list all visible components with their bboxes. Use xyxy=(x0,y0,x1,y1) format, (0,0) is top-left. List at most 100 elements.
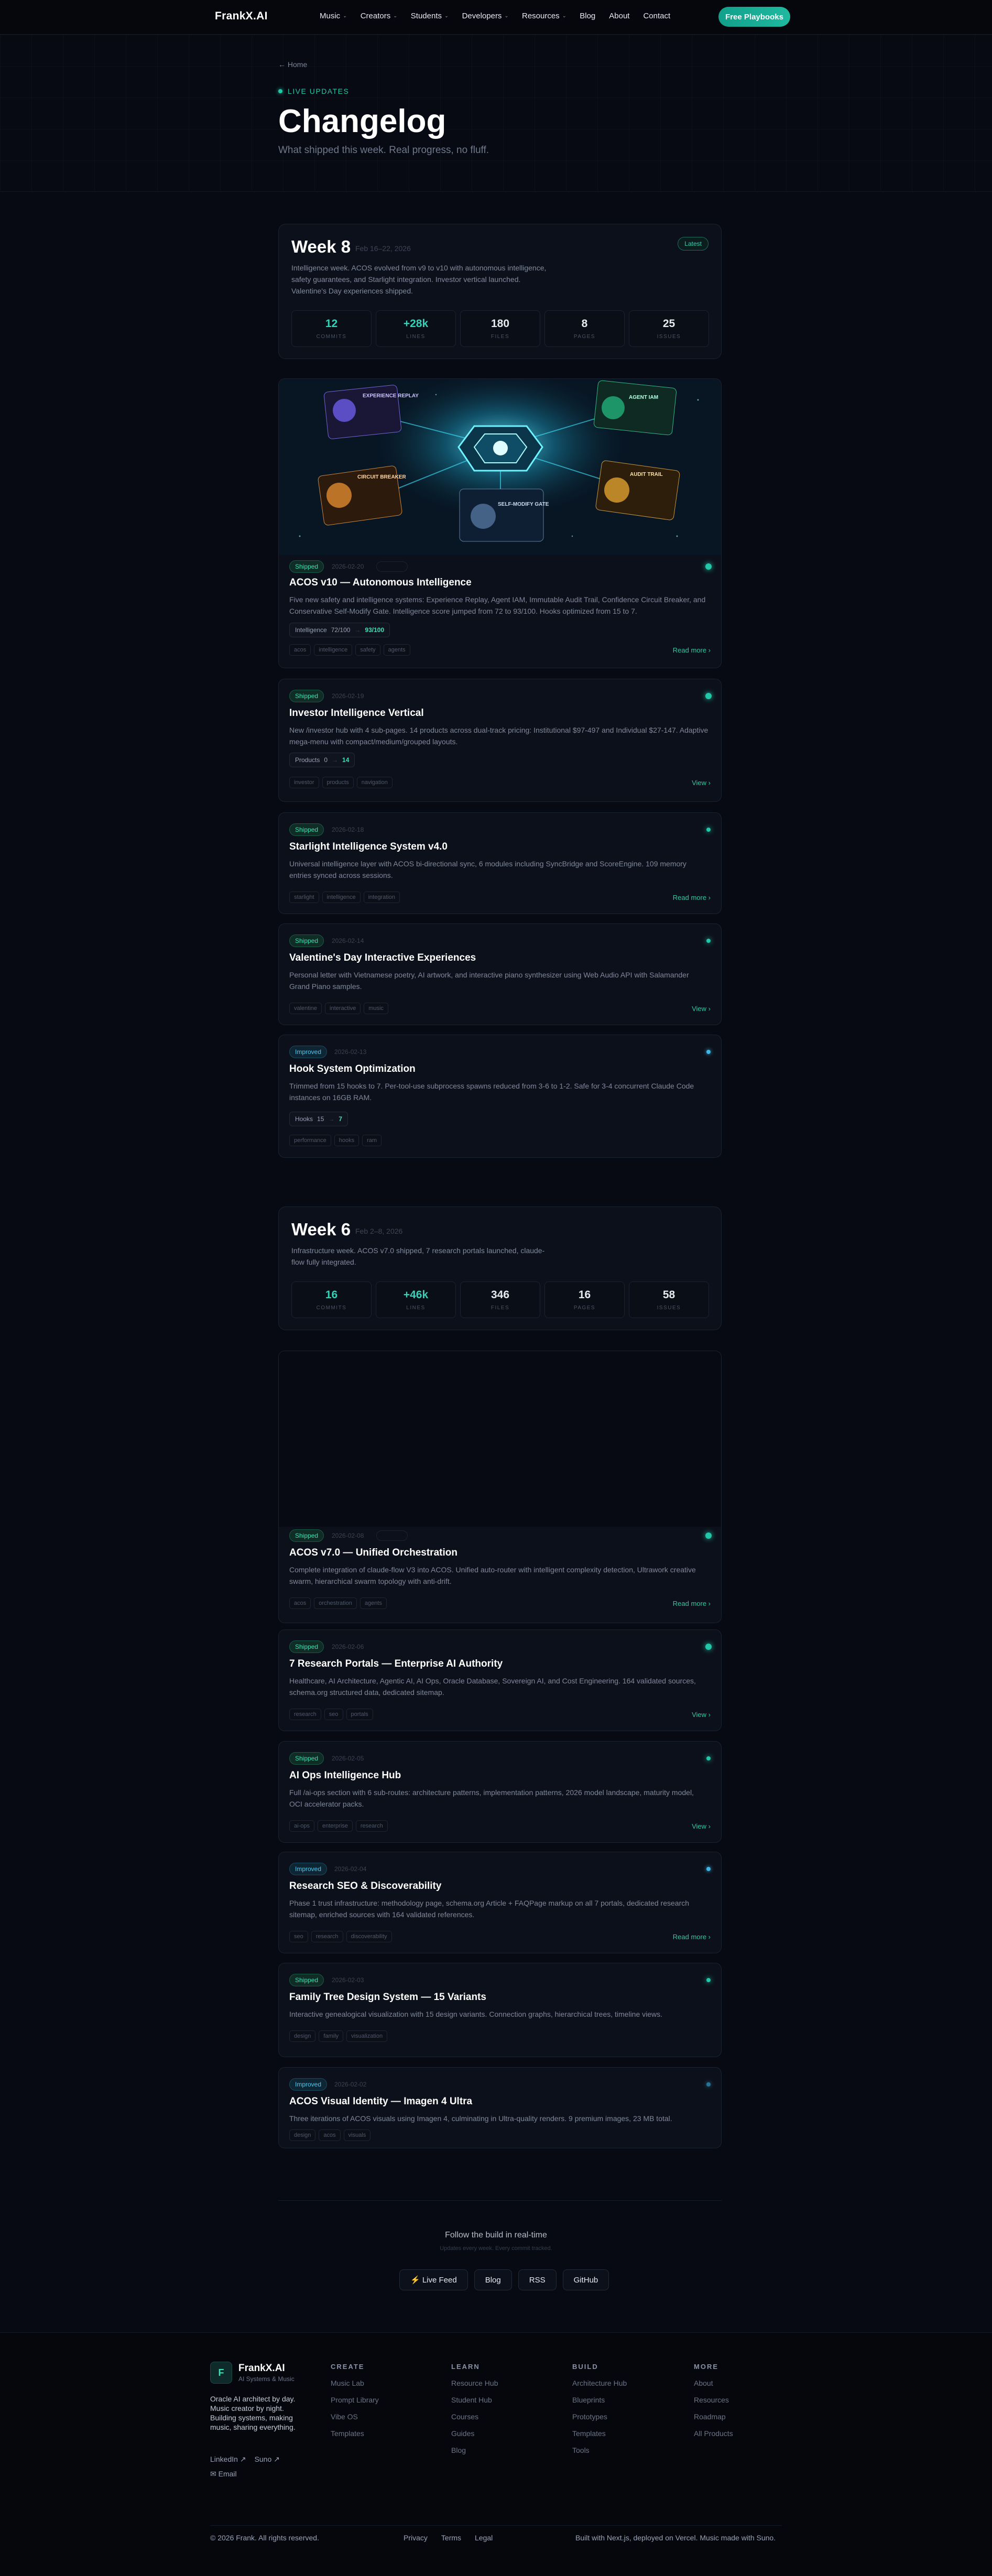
tag[interactable]: investor xyxy=(289,777,319,788)
nav-item-resources[interactable]: Resources ⌄ xyxy=(522,12,566,20)
view-link[interactable]: View › xyxy=(692,1005,711,1013)
entry-title: 7 Research Portals — Enterprise AI Autho… xyxy=(289,1658,503,1669)
email-link[interactable]: ✉ Email xyxy=(210,2470,237,2479)
tag[interactable]: design xyxy=(289,2030,316,2042)
privacy-link[interactable]: Privacy xyxy=(404,2534,428,2542)
tag[interactable]: integration xyxy=(363,892,400,903)
nav-item-music[interactable]: Music ⌄ xyxy=(320,12,347,20)
section-divider xyxy=(278,2200,722,2201)
footer-link[interactable]: Resources xyxy=(694,2396,733,2405)
nav-item-students[interactable]: Students ⌄ xyxy=(411,12,449,20)
tag[interactable]: discoverability xyxy=(346,1931,392,1942)
footer-link[interactable]: Vibe OS xyxy=(331,2412,379,2422)
changelog-entry[interactable]: Shipped 2026-02-05 AI Ops Intelligence H… xyxy=(278,1741,722,1843)
version-chip xyxy=(376,1530,408,1541)
changelog-entry[interactable]: Improved 2026-02-04 Research SEO & Disco… xyxy=(278,1852,722,1953)
footer-col-create: CREATE Music Lab Prompt Library Vibe OS … xyxy=(331,2363,379,2439)
terms-link[interactable]: Terms xyxy=(441,2534,461,2542)
changelog-entry[interactable]: EXPERIENCE REPLAY AGENT IAM CIRCUIT BREA… xyxy=(278,378,722,668)
tag[interactable]: music xyxy=(364,1003,388,1014)
site-logo[interactable]: FrankX.AI xyxy=(215,10,268,23)
tag[interactable]: valentine xyxy=(289,1003,322,1014)
linkedin-link[interactable]: LinkedIn ↗ xyxy=(210,2455,246,2464)
tag[interactable]: ram xyxy=(362,1135,382,1146)
view-link[interactable]: View › xyxy=(692,779,711,787)
footer-link[interactable]: Roadmap xyxy=(694,2412,733,2422)
footer-link[interactable]: About xyxy=(694,2379,733,2388)
tag[interactable]: portals xyxy=(346,1709,373,1720)
blog-button[interactable]: Blog xyxy=(474,2269,512,2290)
tag[interactable]: seo xyxy=(289,1931,308,1942)
read-more-link[interactable]: Read more › xyxy=(673,894,711,901)
tag[interactable]: hooks xyxy=(334,1135,359,1146)
changelog-entry[interactable]: Shipped 2026-02-14 Valentine's Day Inter… xyxy=(278,923,722,1025)
tag[interactable]: visualization xyxy=(346,2030,388,2042)
changelog-entry[interactable]: Shipped 2026-02-08 ACOS v7.0 — Unified O… xyxy=(278,1351,722,1623)
read-more-link[interactable]: Read more › xyxy=(673,1933,711,1941)
footer-link[interactable]: Templates xyxy=(331,2429,379,2439)
changelog-entry[interactable]: Shipped 2026-02-18 Starlight Intelligenc… xyxy=(278,812,722,914)
nav-item-creators[interactable]: Creators ⌄ xyxy=(361,12,397,20)
footer-logo-icon[interactable]: F xyxy=(210,2362,232,2384)
tag[interactable]: visuals xyxy=(343,2129,371,2141)
changelog-entry[interactable]: Improved 2026-02-02 ACOS Visual Identity… xyxy=(278,2067,722,2148)
tag[interactable]: ai-ops xyxy=(289,1820,314,1832)
view-link[interactable]: View › xyxy=(692,1711,711,1719)
footer-link[interactable]: Student Hub xyxy=(451,2396,498,2405)
view-link[interactable]: View › xyxy=(692,1822,711,1830)
tag[interactable]: starlight xyxy=(289,892,319,903)
live-feed-button[interactable]: ⚡ Live Feed xyxy=(399,2269,468,2290)
tag[interactable]: performance xyxy=(289,1135,331,1146)
footer-link[interactable]: Blueprints xyxy=(572,2396,627,2405)
footer-link[interactable]: Prototypes xyxy=(572,2412,627,2422)
tag[interactable]: research xyxy=(355,1820,388,1832)
version-chip xyxy=(376,561,408,572)
footer-link[interactable]: Templates xyxy=(572,2429,627,2439)
github-button[interactable]: GitHub xyxy=(562,2269,609,2290)
footer-link[interactable]: Prompt Library xyxy=(331,2396,379,2405)
footer-link[interactable]: Resource Hub xyxy=(451,2379,498,2388)
nav-item-developers[interactable]: Developers ⌄ xyxy=(462,12,508,20)
tag[interactable]: interactive xyxy=(325,1003,361,1014)
tag[interactable]: navigation xyxy=(356,777,393,788)
breadcrumb-home[interactable]: ← Home xyxy=(278,60,307,69)
tag[interactable]: acos xyxy=(289,1597,311,1609)
tag[interactable]: acos xyxy=(289,644,311,656)
footer-link[interactable]: Music Lab xyxy=(331,2379,379,2388)
read-more-link[interactable]: Read more › xyxy=(673,646,711,654)
tag[interactable]: orchestration xyxy=(314,1597,357,1609)
footer-link[interactable]: All Products xyxy=(694,2429,733,2439)
footer-link[interactable]: Guides xyxy=(451,2429,498,2439)
free-playbooks-button[interactable]: Free Playbooks xyxy=(718,7,790,27)
footer-link[interactable]: Courses xyxy=(451,2412,498,2422)
tag[interactable]: enterprise xyxy=(317,1820,353,1832)
footer-link[interactable]: Blog xyxy=(451,2446,498,2455)
tag[interactable]: family xyxy=(319,2030,344,2042)
changelog-entry[interactable]: Improved 2026-02-13 Hook System Optimiza… xyxy=(278,1035,722,1158)
tag[interactable]: intelligence xyxy=(322,892,361,903)
changelog-entry[interactable]: Shipped 2026-02-06 7 Research Portals — … xyxy=(278,1629,722,1731)
nav-item-about[interactable]: About xyxy=(609,12,629,20)
read-more-link[interactable]: Read more › xyxy=(673,1600,711,1607)
tag[interactable]: seo xyxy=(324,1709,343,1720)
legal-link[interactable]: Legal xyxy=(475,2534,493,2542)
tag[interactable]: safety xyxy=(355,644,380,656)
tag[interactable]: design xyxy=(289,2129,316,2141)
footer-brand[interactable]: FrankX.AI xyxy=(238,2363,285,2374)
footer-link[interactable]: Architecture Hub xyxy=(572,2379,627,2388)
tag[interactable]: intelligence xyxy=(314,644,353,656)
changelog-entry[interactable]: Shipped 2026-02-19 Investor Intelligence… xyxy=(278,679,722,802)
nav-item-contact[interactable]: Contact xyxy=(643,12,670,20)
tag[interactable]: research xyxy=(289,1709,321,1720)
tag[interactable]: agents xyxy=(359,1597,387,1609)
rss-button[interactable]: RSS xyxy=(518,2269,557,2290)
tag[interactable]: products xyxy=(322,777,354,788)
nav-item-blog[interactable]: Blog xyxy=(580,12,595,20)
changelog-entry[interactable]: Shipped 2026-02-03 Family Tree Design Sy… xyxy=(278,1963,722,2057)
tag[interactable]: research xyxy=(311,1931,343,1942)
tag[interactable]: acos xyxy=(319,2129,341,2141)
suno-link[interactable]: Suno ↗ xyxy=(255,2455,280,2464)
footer-link[interactable]: Tools xyxy=(572,2446,627,2455)
entry-image-placeholder xyxy=(279,1351,721,1527)
tag[interactable]: agents xyxy=(383,644,410,656)
